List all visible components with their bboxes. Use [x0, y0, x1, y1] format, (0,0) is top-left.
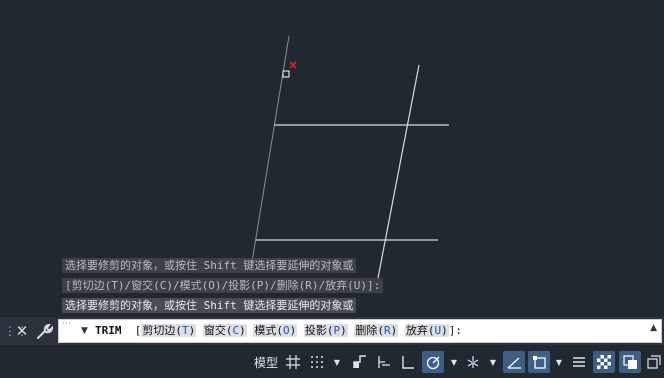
annotation-monitor-icon[interactable] [645, 351, 663, 373]
object-snap-icon[interactable] [528, 351, 550, 373]
ortho-icon[interactable] [398, 351, 418, 373]
history-scroll-up-icon[interactable]: ▲ [650, 323, 657, 333]
close-icon[interactable]: ✕ [14, 321, 30, 341]
infer-constraints-icon[interactable] [350, 351, 370, 373]
chevron-down-icon[interactable]: ▼ [488, 351, 498, 373]
polar-tracking-icon[interactable] [422, 351, 444, 373]
option-mode[interactable]: 模式(O) [253, 324, 298, 337]
option-erase[interactable]: 删除(R) [354, 324, 399, 337]
chevron-down-icon[interactable]: ▼ [332, 351, 342, 373]
option-crossing[interactable]: 窗交(C) [202, 324, 247, 337]
dynamic-input-icon[interactable] [374, 351, 394, 373]
slanted-line-left[interactable] [251, 35, 290, 263]
drag-grip-icon[interactable]: ⋮⋮ [4, 322, 28, 340]
recent-commands-icon[interactable]: ⋯ [62, 320, 71, 329]
transparency-icon[interactable] [593, 351, 615, 373]
selection-cycling-icon[interactable] [619, 351, 641, 373]
command-history-line: [剪切边(T)/窗交(C)/模式(O)/投影(P)/删除(R)/放弃(U)]: [62, 278, 384, 293]
isodraft-icon[interactable] [463, 351, 483, 373]
command-line-bar: ⋮⋮ ✕ ⋯ ▼ TRIM [剪切边(T) 窗交(C) 模式(O) 投影(P) … [0, 317, 664, 345]
option-project[interactable]: 投影(P) [303, 324, 348, 337]
chevron-down-icon[interactable]: ▼ [449, 351, 459, 373]
command-name: TRIM [95, 324, 122, 337]
object-snap-tracking-icon[interactable] [503, 351, 525, 373]
command-history-line: 选择要修剪的对象，或按住 Shift 键选择要延伸的对象或 [62, 298, 357, 313]
status-bar: 模型 ▼ ▼ ▼ ▼ [0, 347, 664, 378]
option-trim-edge[interactable]: 剪切边(T) [141, 324, 197, 337]
command-prompt: TRIM [剪切边(T) 窗交(C) 模式(O) 投影(P) 删除(R) 放弃(… [95, 323, 462, 339]
bracket-close: ]: [448, 324, 462, 337]
chevron-down-icon[interactable]: ▼ [81, 324, 88, 338]
cursor-x-marker-icon [289, 61, 297, 69]
model-space-button[interactable]: 模型 [252, 351, 280, 373]
slanted-line-right[interactable] [377, 64, 420, 279]
command-history-line: 选择要修剪的对象，或按住 Shift 键选择要延伸的对象或 [62, 258, 357, 273]
snap-dots-icon[interactable] [307, 351, 327, 373]
grid-icon[interactable] [283, 351, 303, 373]
wrench-icon[interactable] [35, 321, 53, 341]
pickbox-cursor [282, 70, 290, 78]
option-undo[interactable]: 放弃(U) [404, 324, 449, 337]
command-input[interactable]: ⋯ ▼ TRIM [剪切边(T) 窗交(C) 模式(O) 投影(P) 删除(R)… [58, 319, 662, 343]
chevron-down-icon[interactable]: ▼ [554, 351, 564, 373]
lineweight-icon[interactable] [569, 351, 589, 373]
